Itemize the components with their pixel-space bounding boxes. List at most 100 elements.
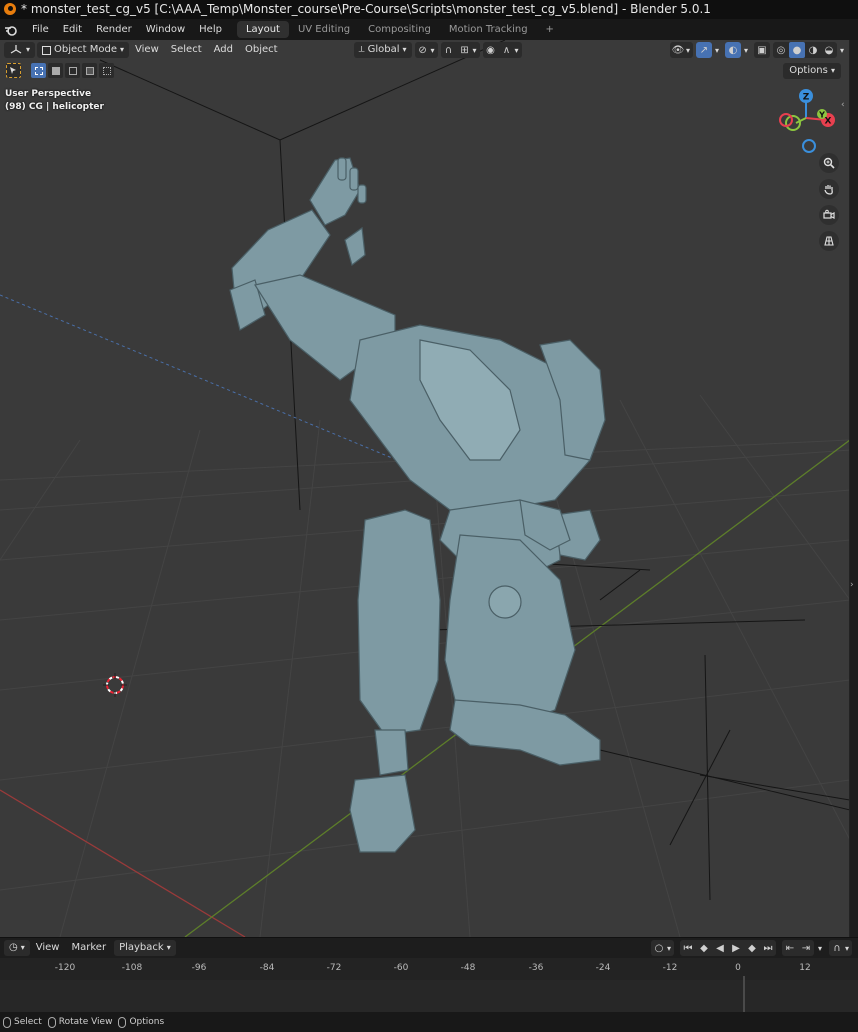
select-mode-row [6,63,114,78]
status-bar: Select Rotate View Options [0,1012,858,1032]
gizmo-dropdown-chevron-icon[interactable]: ▾ [715,46,719,55]
menu-file[interactable]: File [25,19,56,40]
snap-magnet-icon: ∩ [444,44,453,56]
frame-ruler[interactable]: -120 -108 -96 -84 -72 -60 -48 -36 -24 -1… [0,958,858,980]
frame-tick: -24 [595,963,611,973]
orientation-icon: ⟂ [358,45,365,55]
outliner-edge: › [850,40,858,937]
frame-tick: -96 [191,963,207,973]
blender-menu-icon[interactable] [3,22,19,38]
visibility-dropdown[interactable]: 👁 ▾ [669,42,693,58]
object-mode-icon [42,45,52,55]
shading-dropdown-chevron-icon[interactable]: ▾ [840,46,844,55]
viewport-menu-object[interactable]: Object [239,42,284,58]
mouse-middle-icon [47,1016,56,1028]
frame-tick: -108 [121,963,143,973]
jump-end-icon[interactable]: ⏭ [760,940,776,956]
auto-keying-toggle[interactable]: ○ ▾ [650,940,674,956]
playback-controls: ⏮ ◆ ◀ ▶ ◆ ⏭ [679,940,776,956]
select-extend-icon[interactable] [48,63,63,78]
viewport-scene: Z X Y [0,40,849,937]
select-tool-icon[interactable] [6,63,21,78]
gizmo-toggle[interactable]: ↗ [695,42,712,58]
tab-compositing[interactable]: Compositing [359,21,440,38]
status-options: Options [118,1016,165,1028]
menu-window[interactable]: Window [139,19,192,40]
select-subtract-icon[interactable] [65,63,80,78]
snap-target-icon: ⊞ [460,44,469,56]
pivot-point-dropdown[interactable]: ⊘ ▾ [414,42,438,58]
blender-logo-icon [4,3,16,15]
status-select: Select [3,1016,42,1028]
timeline-menu-view[interactable]: View [30,940,66,956]
chevron-down-icon[interactable]: ▾ [818,944,822,953]
top-menu-bar: File Edit Render Window Help Layout UV E… [0,19,858,40]
tab-uv-editing[interactable]: UV Editing [289,21,359,38]
timeline-editor-type-button[interactable]: ◷ ▾ [4,940,30,956]
transform-orientation-dropdown[interactable]: ⟂ Global ▾ [353,42,412,58]
panel-expand-icon[interactable]: › [850,580,854,590]
play-icon[interactable]: ▶ [728,940,744,956]
material-shading-icon[interactable]: ◑ [805,42,821,58]
viewport-menu-select[interactable]: Select [165,42,208,58]
timeline-menu-marker[interactable]: Marker [65,940,112,956]
playback-dropdown[interactable]: Playback ▾ [114,940,176,956]
solid-shading-icon[interactable]: ● [788,42,805,58]
eye-icon: 👁 [671,44,685,56]
step-back-icon[interactable]: ⇤ [782,940,798,956]
rendered-shading-icon[interactable]: ◒ [821,42,837,58]
jump-start-icon[interactable]: ⏮ [680,940,696,956]
3d-viewport[interactable]: Z X Y ▾ Object Mode ▾ View Select Add Ob… [0,40,850,937]
status-rotate-view: Rotate View [47,1016,113,1028]
tab-motion-tracking[interactable]: Motion Tracking [440,21,537,38]
sidebar-toggle-icon[interactable]: ‹ [841,100,849,114]
proportional-edit-controls[interactable]: ◉ ∧ ▾ [482,42,522,58]
mouse-left-icon [3,1016,11,1028]
gizmo-z-label: Z [803,93,810,103]
options-dropdown[interactable]: Options ▾ [783,63,841,79]
view3d-icon [10,45,22,54]
pan-hand-icon[interactable] [819,179,839,199]
select-new-icon[interactable] [31,63,46,78]
window-title: * monster_test_cg_v5 [C:\AAA_Temp\Monste… [21,2,711,16]
viewport-menu-view[interactable]: View [129,42,165,58]
next-keyframe-icon[interactable]: ◆ [744,940,760,956]
xray-toggle[interactable]: ▣ [753,42,770,58]
camera-icon[interactable] [819,205,839,225]
navigation-gizmo[interactable]: Z X Y [779,89,835,153]
status-options-label: Options [129,1017,165,1027]
grid-icon[interactable] [819,231,839,251]
shading-mode-buttons[interactable]: ◎ ● ◑ ◒ [772,42,837,58]
snapping-toggle[interactable]: ∩ ▾ [828,940,852,956]
menu-help[interactable]: Help [192,19,229,40]
prev-keyframe-icon[interactable]: ◆ [696,940,712,956]
status-rotate-label: Rotate View [58,1017,113,1027]
select-invert-icon[interactable] [82,63,97,78]
frame-tick: -84 [259,963,275,973]
frame-step-controls: ⇤ ⇥ [781,940,814,956]
navigation-tools [819,153,839,251]
overlays-toggle[interactable]: ◐ [724,42,741,58]
gizmo-x-label: X [825,117,832,127]
tab-layout[interactable]: Layout [236,21,289,38]
timeline-editor[interactable]: -120 -108 -96 -84 -72 -60 -48 -36 -24 -1… [0,958,858,1012]
mode-dropdown[interactable]: Object Mode ▾ [37,42,130,58]
gizmo-icon: ↗ [699,44,709,56]
menu-render[interactable]: Render [89,19,139,40]
viewport-menu-add[interactable]: Add [208,42,239,58]
snap-controls[interactable]: ∩ ⊞ ▾ [440,42,480,58]
wireframe-shading-icon[interactable]: ◎ [773,42,789,58]
add-workspace-button[interactable]: + [537,21,563,38]
options-label: Options [789,65,828,76]
view-perspective-label: User Perspective [5,89,92,99]
step-forward-icon[interactable]: ⇥ [798,940,814,956]
frame-tick: -36 [528,963,544,973]
select-intersect-icon[interactable] [99,63,114,78]
editor-type-button[interactable]: ▾ [4,42,36,58]
overlays-dropdown-chevron-icon[interactable]: ▾ [744,46,748,55]
zoom-icon[interactable] [819,153,839,173]
frame-tick: 12 [799,963,811,973]
play-reverse-icon[interactable]: ◀ [712,940,728,956]
menu-edit[interactable]: Edit [56,19,89,40]
timeline-header: ◷ ▾ View Marker Playback ▾ ○ ▾ ⏮ ◆ ◀ ▶ ◆ ⏭ … [0,937,858,958]
